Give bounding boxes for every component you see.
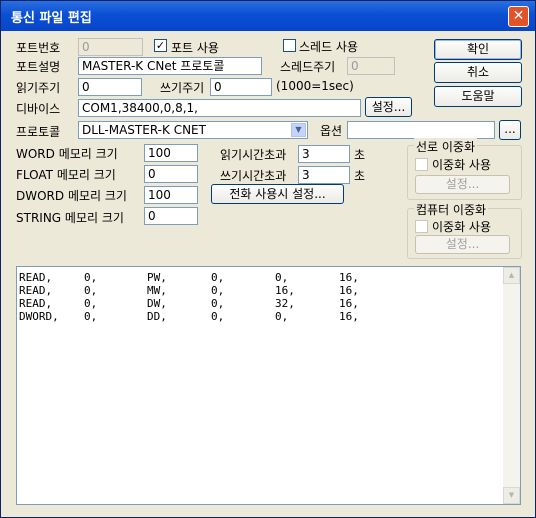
list-cell: DWORD, <box>19 310 59 323</box>
float-memory-label: FLOAT 메모리 크기 <box>16 168 116 182</box>
option-field[interactable] <box>347 121 495 139</box>
line-redundancy-settings-button[interactable]: 설정... <box>415 175 510 194</box>
list-cell: 0, <box>84 297 98 310</box>
ok-button[interactable]: 확인 <box>434 39 522 60</box>
list-cell: 16, <box>275 284 295 297</box>
line-redundancy-checkbox[interactable] <box>415 158 428 171</box>
float-memory-field[interactable]: 0 <box>144 165 198 183</box>
title-bar[interactable]: 통신 파일 편집 ✕ <box>1 1 535 31</box>
list-cell: 0, <box>84 284 98 297</box>
read-cycle-label: 읽기주기 <box>16 81 61 95</box>
cycle-unit-label: (1000=1sec) <box>276 79 354 93</box>
device-label: 디바이스 <box>16 102 61 116</box>
computer-redundancy-title: 컴퓨터 이중화 <box>414 201 489 218</box>
option-label: 옵션 <box>320 124 343 138</box>
device-field[interactable]: COM1,38400,0,8,1, <box>78 99 361 117</box>
computer-redundancy-group: 컴퓨터 이중화 이중화 사용 설정... <box>407 201 522 259</box>
port-description-label: 포트설명 <box>16 60 61 74</box>
protocol-value: DLL-MASTER-K CNET <box>82 123 206 137</box>
close-button[interactable]: ✕ <box>508 6 529 27</box>
write-cycle-field[interactable]: 0 <box>210 78 272 96</box>
device-settings-button[interactable]: 설정... <box>365 97 412 117</box>
thread-use-label: 스레드 사용 <box>299 40 359 54</box>
string-memory-field[interactable]: 0 <box>144 207 198 225</box>
line-redundancy-group: 선로 이중화 이중화 사용 설정... <box>407 138 522 200</box>
protocol-label: 프로토콜 <box>16 125 61 139</box>
scroll-down-icon[interactable]: ▼ <box>503 487 520 504</box>
list-cell: 0, <box>275 310 289 323</box>
read-timeout-label: 읽기시간초과 <box>220 148 287 162</box>
read-cycle-field[interactable]: 0 <box>78 78 142 96</box>
computer-redundancy-checkbox[interactable] <box>415 220 428 233</box>
window-title: 통신 파일 편집 <box>11 11 92 26</box>
chevron-down-icon[interactable]: ▼ <box>291 123 306 137</box>
dword-memory-label: DWORD 메모리 크기 <box>16 189 127 203</box>
list-cell: 0, <box>211 310 225 323</box>
port-use-checkbox[interactable]: ✓ <box>154 39 167 52</box>
dialog-window: 통신 파일 편집 ✕ 포트번호 0 ✓ 포트 사용 스레드 사용 포트설명 MA… <box>0 0 536 518</box>
port-number-label: 포트번호 <box>16 41 61 55</box>
protocol-select[interactable]: DLL-MASTER-K CNET ▼ <box>78 121 308 139</box>
port-number-field[interactable]: 0 <box>78 38 143 56</box>
computer-redundancy-use-label: 이중화 사용 <box>432 220 492 234</box>
list-item[interactable]: READ, 0, MW, 0, 16, 16, <box>17 284 497 297</box>
list-cell: PW, <box>147 271 167 284</box>
list-cell: DD, <box>147 310 167 323</box>
write-timeout-field[interactable]: 3 <box>298 166 350 184</box>
list-item[interactable]: READ, 0, DW, 0, 32, 16, <box>17 297 497 310</box>
list-cell: DW, <box>147 297 167 310</box>
dword-memory-field[interactable]: 100 <box>144 186 198 204</box>
list-cell: 0, <box>211 297 225 310</box>
read-timeout-field[interactable]: 3 <box>298 145 350 163</box>
write-cycle-label: 쓰기주기 <box>160 81 205 95</box>
list-cell: MW, <box>147 284 167 297</box>
port-use-label: 포트 사용 <box>171 41 219 55</box>
list-cell: 0, <box>211 271 225 284</box>
list-cell: 0, <box>211 284 225 297</box>
line-redundancy-use-label: 이중화 사용 <box>432 158 492 172</box>
list-cell: READ, <box>19 271 53 284</box>
list-cell: READ, <box>19 297 53 310</box>
list-item[interactable]: READ, 0, PW, 0, 0, 16, <box>17 271 497 284</box>
word-memory-field[interactable]: 100 <box>144 144 198 162</box>
list-item[interactable]: DWORD, 0, DD, 0, 0, 16, <box>17 310 497 323</box>
help-button[interactable]: 도움말 <box>434 86 522 107</box>
string-memory-label: STRING 메모리 크기 <box>16 211 124 225</box>
phone-setup-button[interactable]: 전화 사용시 설정... <box>211 184 344 204</box>
list-cell: 16, <box>339 310 359 323</box>
list-cell: 0, <box>275 271 289 284</box>
list-cell: 16, <box>339 271 359 284</box>
word-memory-label: WORD 메모리 크기 <box>16 147 118 161</box>
list-cell: 32, <box>275 297 295 310</box>
list-cell: 16, <box>339 297 359 310</box>
thread-cycle-label: 스레드주기 <box>280 60 336 74</box>
write-timeout-label: 쓰기시간초과 <box>220 169 287 183</box>
port-description-field[interactable]: MASTER-K CNet 프로토콜 <box>78 57 262 75</box>
read-timeout-unit: 초 <box>354 148 366 162</box>
thread-cycle-field[interactable]: 0 <box>347 57 395 75</box>
computer-redundancy-settings-button[interactable]: 설정... <box>415 235 510 254</box>
tag-list[interactable]: READ, 0, PW, 0, 0, 16, READ, 0, MW, 0, 1… <box>16 266 521 505</box>
list-cell: 16, <box>339 284 359 297</box>
write-timeout-unit: 초 <box>354 169 366 183</box>
line-redundancy-title: 선로 이중화 <box>414 138 478 155</box>
list-cell: 0, <box>84 310 98 323</box>
vertical-scrollbar[interactable]: ▲ ▼ <box>503 267 520 504</box>
thread-use-checkbox[interactable] <box>283 39 296 52</box>
list-cell: 0, <box>84 271 98 284</box>
list-cell: READ, <box>19 284 53 297</box>
option-browse-button[interactable]: ... <box>499 120 521 140</box>
cancel-button[interactable]: 취소 <box>434 62 522 83</box>
scroll-up-icon[interactable]: ▲ <box>503 267 520 284</box>
